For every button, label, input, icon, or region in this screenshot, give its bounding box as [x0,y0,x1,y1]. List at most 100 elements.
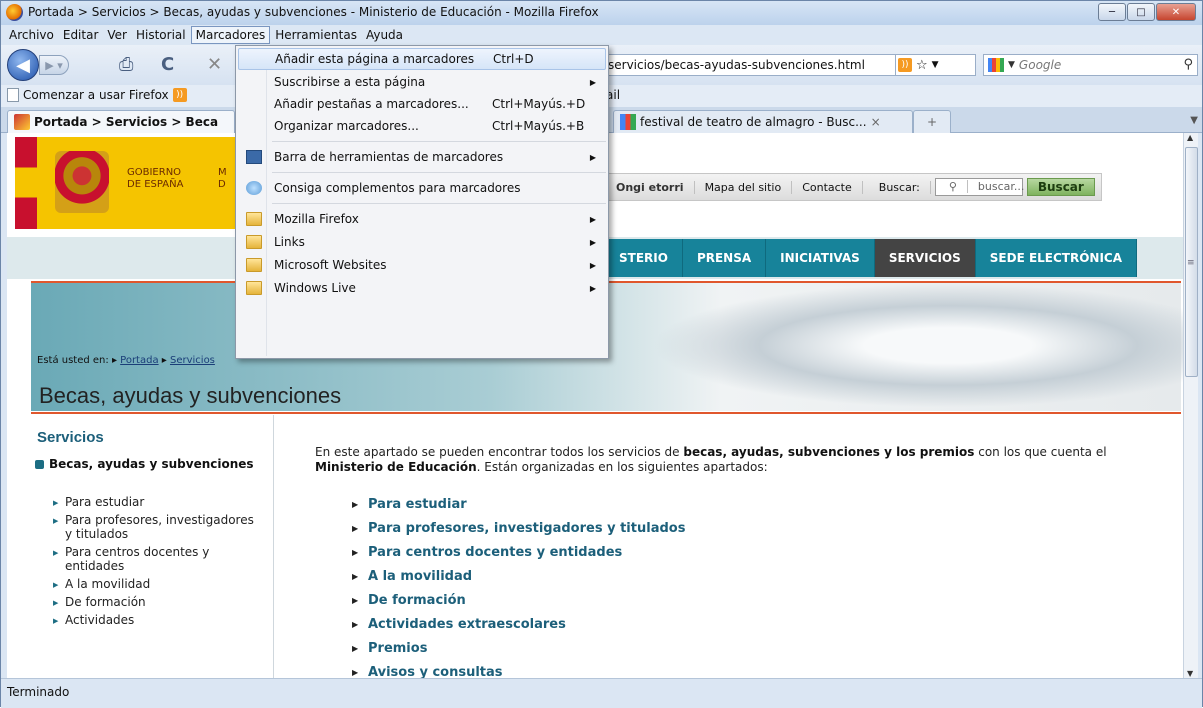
nav-iniciativas[interactable]: INICIATIVAS [766,239,875,277]
page-icon [7,88,19,102]
menu-item-folder-microsoft[interactable]: Microsoft Websites ▶ [238,254,606,276]
menu-item-bookmarks-toolbar[interactable]: Barra de herramientas de marcadores ▶ [238,146,606,168]
sidebar-section[interactable]: Becas, ayudas y subvenciones [35,457,254,472]
minimize-button[interactable]: ─ [1098,3,1126,21]
menu-item-folder-links[interactable]: Links ▶ [238,231,606,253]
sidebar-item[interactable]: Para profesores, investigadores y titula… [53,513,263,541]
menu-herramientas[interactable]: Herramientas [271,27,361,43]
back-button[interactable]: ◀ [7,49,39,81]
nav-servicios[interactable]: SERVICIOS [874,239,976,277]
service-link[interactable]: Para centros docentes y entidades [352,541,685,565]
submenu-arrow-icon: ▶ [589,237,596,247]
service-link[interactable]: De formación [352,589,685,613]
stop-icon[interactable]: ✕ [207,54,222,75]
menu-separator [272,141,606,142]
tab-close-icon[interactable]: × [871,115,881,129]
firefox-icon [6,4,23,21]
link-ongi-etorri[interactable]: Ongi etorri [606,180,695,194]
bookmark-star-icon[interactable]: ☆ [916,58,928,73]
breadcrumb-portada[interactable]: Portada [120,355,158,366]
search-box[interactable]: ▼ Google ⚲ [983,54,1198,76]
submenu-arrow-icon: ▶ [589,260,596,270]
tab-label: Portada > Servicios > Beca [34,115,219,129]
nav-ministerio[interactable]: STERIO [605,239,683,277]
service-link[interactable]: Para profesores, investigadores y titula… [352,517,685,541]
tab-list-icon[interactable]: ▼ [1190,115,1198,126]
link-contacte[interactable]: Contacte [792,180,863,194]
service-link[interactable]: Actividades extraescolares [352,613,685,637]
link-mapa-sitio[interactable]: Mapa del sitio [695,180,793,194]
sidebar: Servicios Becas, ayudas y subvenciones P… [31,415,274,678]
url-dropdown-icon[interactable]: ▼ [932,60,939,70]
sidebar-item[interactable]: Para estudiar [53,495,263,510]
search-icon[interactable]: ⚲ [1183,57,1193,72]
new-tab-button[interactable]: + [913,110,951,133]
bookmark-comenzar[interactable]: Comenzar a usar Firefox [23,88,169,102]
sidebar-title: Servicios [37,429,104,446]
menu-item-subscribe[interactable]: Suscribirse a esta página ▶ [238,71,606,93]
menu-editar[interactable]: Editar [59,27,103,43]
sidebar-item[interactable]: A la movilidad [53,577,263,592]
menu-item-folder-windows-live[interactable]: Windows Live ▶ [238,277,606,299]
folder-icon [246,281,262,295]
scroll-down-icon[interactable]: ▼ [1187,669,1193,678]
reload-icon[interactable]: C [161,54,174,75]
menu-ayuda[interactable]: Ayuda [362,27,407,43]
top-links: Ongi etorri Mapa del sitio Contacte Busc… [605,173,1102,201]
computer-mouse-image [651,283,1183,408]
sidebar-item[interactable]: De formación [53,595,263,610]
title-bar: Portada > Servicios > Becas, ayudas y su… [1,1,1202,25]
menu-item-bookmark-tabs[interactable]: Añadir pestañas a marcadores... Ctrl+May… [238,93,606,115]
menu-item-folder-mozilla[interactable]: Mozilla Firefox ▶ [238,208,606,230]
menu-archivo[interactable]: Archivo [5,27,58,43]
scroll-grip-icon: ≡ [1187,258,1195,268]
menu-item-get-addons[interactable]: Consiga complementos para marcadores [238,177,606,199]
menu-item-label: Barra de herramientas de marcadores [274,150,504,164]
menu-separator [272,203,606,204]
sidebar-list: Para estudiar Para profesores, investiga… [53,495,263,631]
menu-item-label: Añadir esta página a marcadores [275,52,475,66]
tab-festival[interactable]: festival de teatro de almagro - Busc... … [613,110,913,133]
google-icon[interactable] [988,58,1004,72]
service-link[interactable]: Premios [352,637,685,661]
menu-item-shortcut: Ctrl+Mayús.+D [492,97,586,111]
menu-ver[interactable]: Ver [103,27,131,43]
menu-historial[interactable]: Historial [132,27,190,43]
submenu-arrow-icon: ▶ [589,214,596,224]
menu-item-bookmark-page[interactable]: Añadir esta página a marcadores Ctrl+D [238,48,606,70]
service-link[interactable]: A la movilidad [352,565,685,589]
print-icon[interactable]: ⎙ [119,54,133,75]
breadcrumb-servicios[interactable]: Servicios [170,355,215,366]
close-button[interactable]: ✕ [1156,3,1196,21]
menu-item-label: Links [274,235,305,249]
intro-text: En este apartado se pueden encontrar tod… [315,445,684,459]
scroll-up-icon[interactable]: ▲ [1187,133,1193,142]
sidebar-item[interactable]: Actividades [53,613,263,628]
status-text: Terminado [7,685,70,699]
url-bar[interactable]: servicios/becas-ayudas-subvenciones.html [606,54,896,76]
tab-active[interactable]: Portada > Servicios > Beca [7,110,235,133]
menu-item-organize[interactable]: Organizar marcadores... Ctrl+Mayús.+B [238,115,606,137]
service-link[interactable]: Para estudiar [352,493,685,517]
folder-icon [246,235,262,249]
search-engine-dropdown-icon[interactable]: ▼ [1008,60,1015,70]
rss-feed-icon[interactable]: )) [172,88,187,102]
toolbar-icon [246,150,262,164]
rss-feed-icon[interactable]: )) [898,58,912,72]
menu-marcadores[interactable]: Marcadores [190,26,271,44]
site-search-placeholder: buscar... [967,180,1036,193]
sidebar-item[interactable]: Para centros docentes y entidades [53,545,263,573]
site-search-button[interactable]: Buscar [1026,178,1095,196]
gobierno-logo[interactable]: GOBIERNO DE ESPAÑA M D [15,137,245,229]
maximize-button[interactable]: □ [1127,3,1155,21]
intro-paragraph: En este apartado se pueden encontrar tod… [315,445,1155,475]
menu-item-label: Windows Live [274,281,356,295]
site-search-input[interactable]: ⚲ buscar... [934,178,1036,196]
menu-item-label: Microsoft Websites [274,258,387,272]
vertical-scrollbar[interactable]: ▲ ≡ ▼ [1183,133,1198,678]
forward-button[interactable]: ▶ ▾ [39,55,69,75]
nav-sede-electronica[interactable]: SEDE ELECTRÓNICA [975,239,1138,277]
service-link[interactable]: Avisos y consultas [352,661,685,678]
submenu-arrow-icon: ▶ [589,152,596,162]
nav-prensa[interactable]: PRENSA [682,239,767,277]
